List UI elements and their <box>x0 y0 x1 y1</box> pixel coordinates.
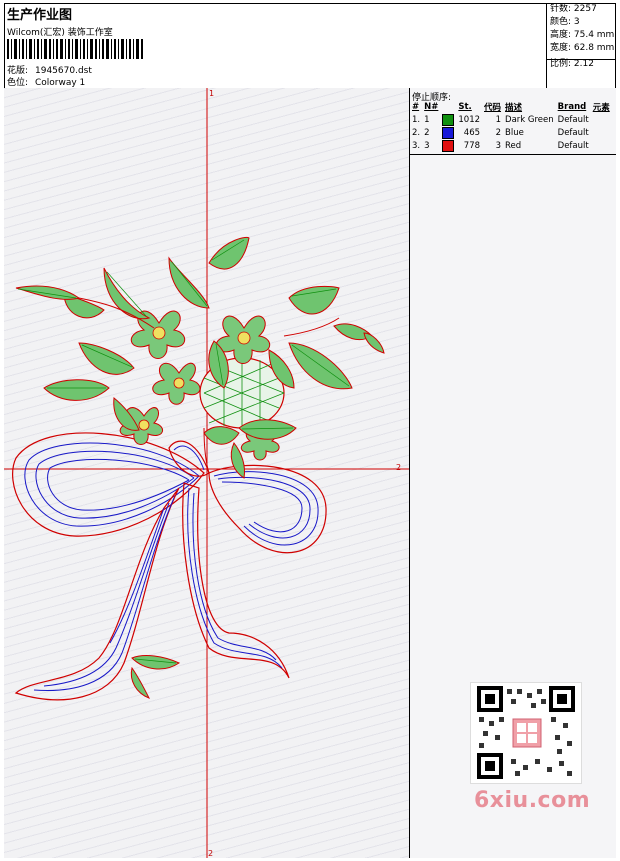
row-brand: Default <box>557 114 589 125</box>
row-brand: Default <box>557 140 589 151</box>
col-description: 描述 <box>505 102 523 113</box>
axis-label-top: 1 <box>209 89 214 98</box>
color-swatch <box>442 126 455 139</box>
flower-bouquet <box>15 236 385 699</box>
design-canvas[interactable]: 1 2 2 <box>4 88 410 858</box>
embroidery-preview: 1 2 2 <box>4 88 410 858</box>
barcode <box>7 39 143 59</box>
row-needle: 1 <box>424 114 430 125</box>
col-needle: N# <box>424 101 439 112</box>
row-stitches: 778 <box>463 140 481 151</box>
color-swatch-cell <box>440 113 456 126</box>
col-color <box>440 100 456 113</box>
watermark: 6xiu.com <box>474 788 591 813</box>
row-description: Red <box>505 140 522 151</box>
col-code: 代码 <box>484 102 502 113</box>
row-needle: 2 <box>424 127 430 138</box>
colorway-label: 色位: <box>7 78 29 88</box>
header: 生产作业图 Wilcom(汇宏) 装饰工作室 花版: 1945670.dst 色位… <box>4 3 616 89</box>
stats-divider <box>547 59 616 60</box>
color-swatch <box>442 113 455 126</box>
row-stitches: 465 <box>463 127 481 138</box>
qr-code <box>470 682 582 784</box>
stat-colors: 颜色: 3 <box>550 17 580 27</box>
col-brand: Brand <box>557 101 587 112</box>
col-stitches: St. <box>458 101 472 112</box>
color-swatch <box>442 139 455 152</box>
row-description: Dark Green <box>505 114 554 125</box>
table-row[interactable]: 2. 2 465 2 Blue Default <box>410 126 612 139</box>
color-swatch-cell <box>440 139 456 152</box>
stat-width: 宽度: 62.8 mm <box>550 43 615 53</box>
row-element <box>591 126 612 139</box>
stat-height: 高度: 75.4 mm <box>550 30 615 40</box>
stop-sequence-table: # N# St. 代码 描述 Brand 元素 1. 1 1012 1 Dark… <box>410 100 612 152</box>
row-element <box>591 113 612 126</box>
table-row[interactable]: 1. 1 1012 1 Dark Green Default <box>410 113 612 126</box>
table-row[interactable]: 3. 3 778 3 Red Default <box>410 139 612 152</box>
col-element: 元素 <box>592 102 610 113</box>
row-index: 3. <box>412 140 421 151</box>
row-stitches: 1012 <box>458 114 481 125</box>
colorway-value: Colorway 1 <box>35 78 86 88</box>
colorway-row: 色位: Colorway 1 <box>7 75 85 88</box>
row-needle: 3 <box>424 140 430 151</box>
studio-name: Wilcom(汇宏) 装饰工作室 <box>7 28 113 38</box>
row-description: Blue <box>505 127 524 138</box>
row-brand: Default <box>557 127 589 138</box>
design-stats: 针数: 2257 颜色: 3 高度: 75.4 mm 宽度: 62.8 mm 比… <box>546 3 616 89</box>
table-divider <box>410 154 616 155</box>
table-header-row: # N# St. 代码 描述 Brand 元素 <box>410 100 612 113</box>
axis-label-bottom: 2 <box>208 849 213 858</box>
stat-stitches: 针数: 2257 <box>550 4 597 14</box>
col-index: # <box>412 101 420 112</box>
axis-label-right: 2 <box>396 463 401 472</box>
row-element <box>591 139 612 152</box>
row-index: 1. <box>412 114 421 125</box>
color-swatch-cell <box>440 126 456 139</box>
row-code: 3 <box>495 140 502 151</box>
row-code: 2 <box>495 127 502 138</box>
row-code: 1 <box>495 114 502 125</box>
page-title: 生产作业图 <box>7 8 73 23</box>
row-index: 2. <box>412 127 421 138</box>
